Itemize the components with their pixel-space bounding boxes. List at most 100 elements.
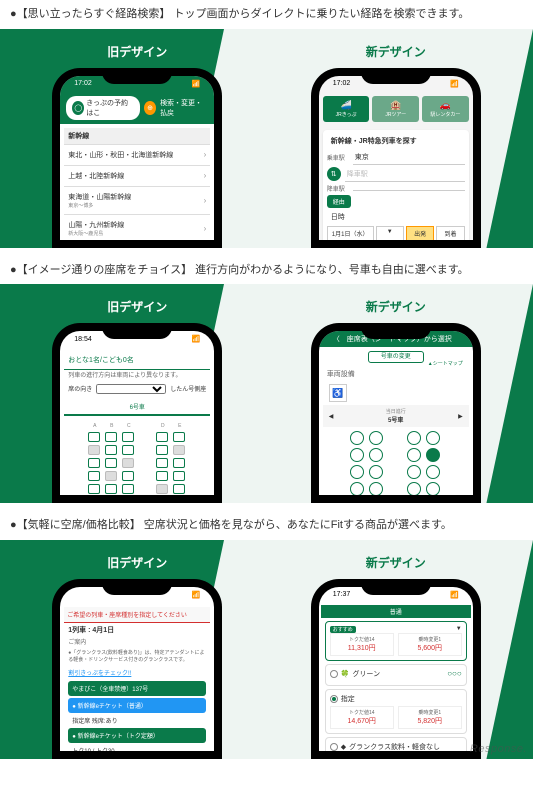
option-green[interactable]: 🍀グリーン○○○ — [325, 664, 467, 686]
label-old: 旧デザイン — [18, 43, 257, 60]
option-granclass[interactable]: ◆グランクラス飲料・軽食なし — [325, 737, 467, 751]
seat-map-old: ABCDE — [64, 419, 210, 495]
option-rec[interactable]: おすすめ▼ トクだ値1411,310円 乗時変更15,600円 — [325, 621, 467, 661]
comparison-1: 旧デザイン 17:02📶 ◯きっぷの予約はこ ⊕ 検索・変更・払戻 新幹線 東北… — [0, 29, 533, 248]
train-name: やまびこ（全車禁煙）137号 — [68, 681, 206, 696]
notch — [361, 68, 431, 84]
seat[interactable] — [122, 484, 134, 494]
depart-toggle[interactable]: 出発 — [406, 226, 434, 240]
seat-selected[interactable] — [426, 448, 440, 462]
change-car-button[interactable]: 号車の変更 — [368, 351, 424, 363]
departure-input[interactable]: 東京 — [353, 150, 465, 165]
screen-new-2: 〈座席表（シートマップ）から選択 号車の変更 ▲シートマップ 車両設備 ♿ ◀ … — [319, 331, 473, 495]
route-row-2[interactable]: 東海道・山陽新幹線東京〜博多› — [64, 187, 210, 215]
seat-class-header: 普通 — [321, 605, 471, 618]
seat[interactable] — [350, 431, 364, 445]
seat[interactable] — [173, 432, 185, 442]
phone-old-1: 17:02📶 ◯きっぷの予約はこ ⊕ 検索・変更・払戻 新幹線 東北・山形・秋田… — [52, 68, 222, 248]
car-tab-6[interactable]: 6号車 — [64, 399, 210, 416]
label-new: 新デザイン — [276, 298, 515, 315]
hotel-icon: 🏨 — [374, 100, 417, 111]
caption-1: ●【思い立ったらすぐ経路検索】 トップ画面からダイレクトに乗りたい経路を検索でき… — [0, 0, 533, 29]
seat[interactable] — [156, 432, 168, 442]
seat[interactable] — [426, 465, 440, 479]
seat[interactable] — [156, 471, 168, 481]
section-price: ●【気軽に空席/価格比較】 空席状況と価格を見ながら、あなたにFitする商品が選… — [0, 511, 533, 759]
radio[interactable] — [330, 743, 338, 751]
seat[interactable] — [88, 484, 100, 494]
arrive-toggle[interactable]: 到着 — [436, 226, 464, 240]
seat[interactable] — [173, 458, 185, 468]
seat[interactable] — [369, 465, 383, 479]
route-row-3[interactable]: 山陽・九州新幹線新大阪〜鹿児島› — [64, 215, 210, 240]
seat — [105, 471, 117, 481]
pill-manage[interactable]: 検索・変更・払戻 — [160, 98, 208, 118]
tab-rentacar[interactable]: 🚗駅レンタカー — [422, 96, 469, 122]
search-icon[interactable]: ⊕ — [144, 101, 156, 115]
guidance-label: ご案内 — [64, 637, 210, 649]
via-row[interactable]: 経由 — [327, 195, 465, 208]
seat[interactable] — [350, 448, 364, 462]
tab-shinkansen[interactable]: 新幹線 — [64, 128, 210, 145]
seat[interactable] — [88, 471, 100, 481]
seat[interactable] — [105, 484, 117, 494]
product-2[interactable]: ● 新幹線eチケット（トク定額） — [68, 728, 206, 743]
seat[interactable] — [350, 465, 364, 479]
rec-badge: おすすめ — [330, 626, 356, 633]
orientation-select[interactable] — [96, 384, 166, 394]
seat[interactable] — [88, 458, 100, 468]
swap-icon[interactable]: ⇅ — [327, 167, 341, 181]
seat[interactable] — [156, 445, 168, 455]
seat[interactable] — [350, 482, 364, 495]
seat[interactable] — [88, 432, 100, 442]
seat[interactable] — [122, 471, 134, 481]
availability: ○○○ — [447, 669, 462, 678]
seat[interactable] — [426, 482, 440, 495]
screen-new-3: 17:37📶 普通 おすすめ▼ トクだ値1411,310円 乗時変更15,600… — [319, 587, 473, 751]
phone-old-3: 📶 ご希望の列車・座席種別を指定してください 1列車 : 4月1日 ご案内 ●「… — [52, 579, 222, 759]
arrival-input[interactable] — [353, 186, 465, 191]
product-2-sub: トク10 / トク30 — [64, 745, 210, 751]
seat[interactable] — [369, 448, 383, 462]
route-row-1[interactable]: 上越・北陸新幹線› — [64, 166, 210, 187]
radio-selected[interactable] — [330, 695, 338, 703]
seat[interactable] — [426, 431, 440, 445]
seat[interactable] — [122, 432, 134, 442]
option-reserved[interactable]: 指定 トクだ値1414,670円 乗時変更15,820円 — [325, 689, 467, 734]
seat[interactable] — [173, 471, 185, 481]
chevron-right-icon: › — [204, 150, 207, 159]
guidance-text: ●「グランクラス(飲料軽食あり)」は、特定アテンダントによる軽食・ドリンクサービ… — [64, 649, 210, 666]
seat[interactable] — [407, 431, 421, 445]
seat[interactable] — [105, 458, 117, 468]
discount-link[interactable]: 割引きっぷをチェック!! — [64, 666, 210, 679]
date-input[interactable]: 1月1日（水） — [327, 226, 374, 240]
seat[interactable] — [122, 445, 134, 455]
tab-jr-ticket[interactable]: 🚄JRきっぷ — [323, 96, 370, 122]
time-dropdown[interactable]: ▼ — [376, 226, 404, 240]
col-old-3: 旧デザイン 📶 ご希望の列車・座席種別を指定してください 1列車 : 4月1日 … — [18, 554, 257, 759]
seat[interactable] — [407, 465, 421, 479]
seat[interactable] — [407, 482, 421, 495]
seat[interactable] — [105, 445, 117, 455]
phone-new-1: 17:02📶 🚄JRきっぷ 🏨JRツアー 🚗駅レンタカー 新幹線・JR特急列車を… — [311, 68, 481, 248]
product-1[interactable]: ● 新幹線eチケット（普通） — [68, 698, 206, 713]
pill-reserve[interactable]: ◯きっぷの予約はこ — [66, 96, 140, 120]
chevron-right-icon: › — [204, 171, 207, 180]
seat — [122, 458, 134, 468]
label-old: 旧デザイン — [18, 554, 257, 571]
label-new: 新デザイン — [276, 554, 515, 571]
prev-car[interactable]: ◀ — [329, 413, 334, 420]
seat[interactable] — [105, 432, 117, 442]
date-picker: 1月1日（水） ▼ 出発 到着 — [327, 226, 465, 240]
seat[interactable] — [369, 431, 383, 445]
route-row-0[interactable]: 東北・山形・秋田・北海道新幹線› — [64, 145, 210, 166]
seat[interactable] — [369, 482, 383, 495]
watermark: Response. — [470, 743, 527, 755]
next-car[interactable]: ▶ — [458, 413, 463, 420]
seat[interactable] — [407, 448, 421, 462]
seat[interactable] — [173, 484, 185, 494]
radio[interactable] — [330, 670, 338, 678]
seat[interactable] — [156, 458, 168, 468]
tab-jr-tour[interactable]: 🏨JRツアー — [372, 96, 419, 122]
top-tabs: 🚄JRきっぷ 🏨JRツアー 🚗駅レンタカー — [319, 92, 473, 126]
